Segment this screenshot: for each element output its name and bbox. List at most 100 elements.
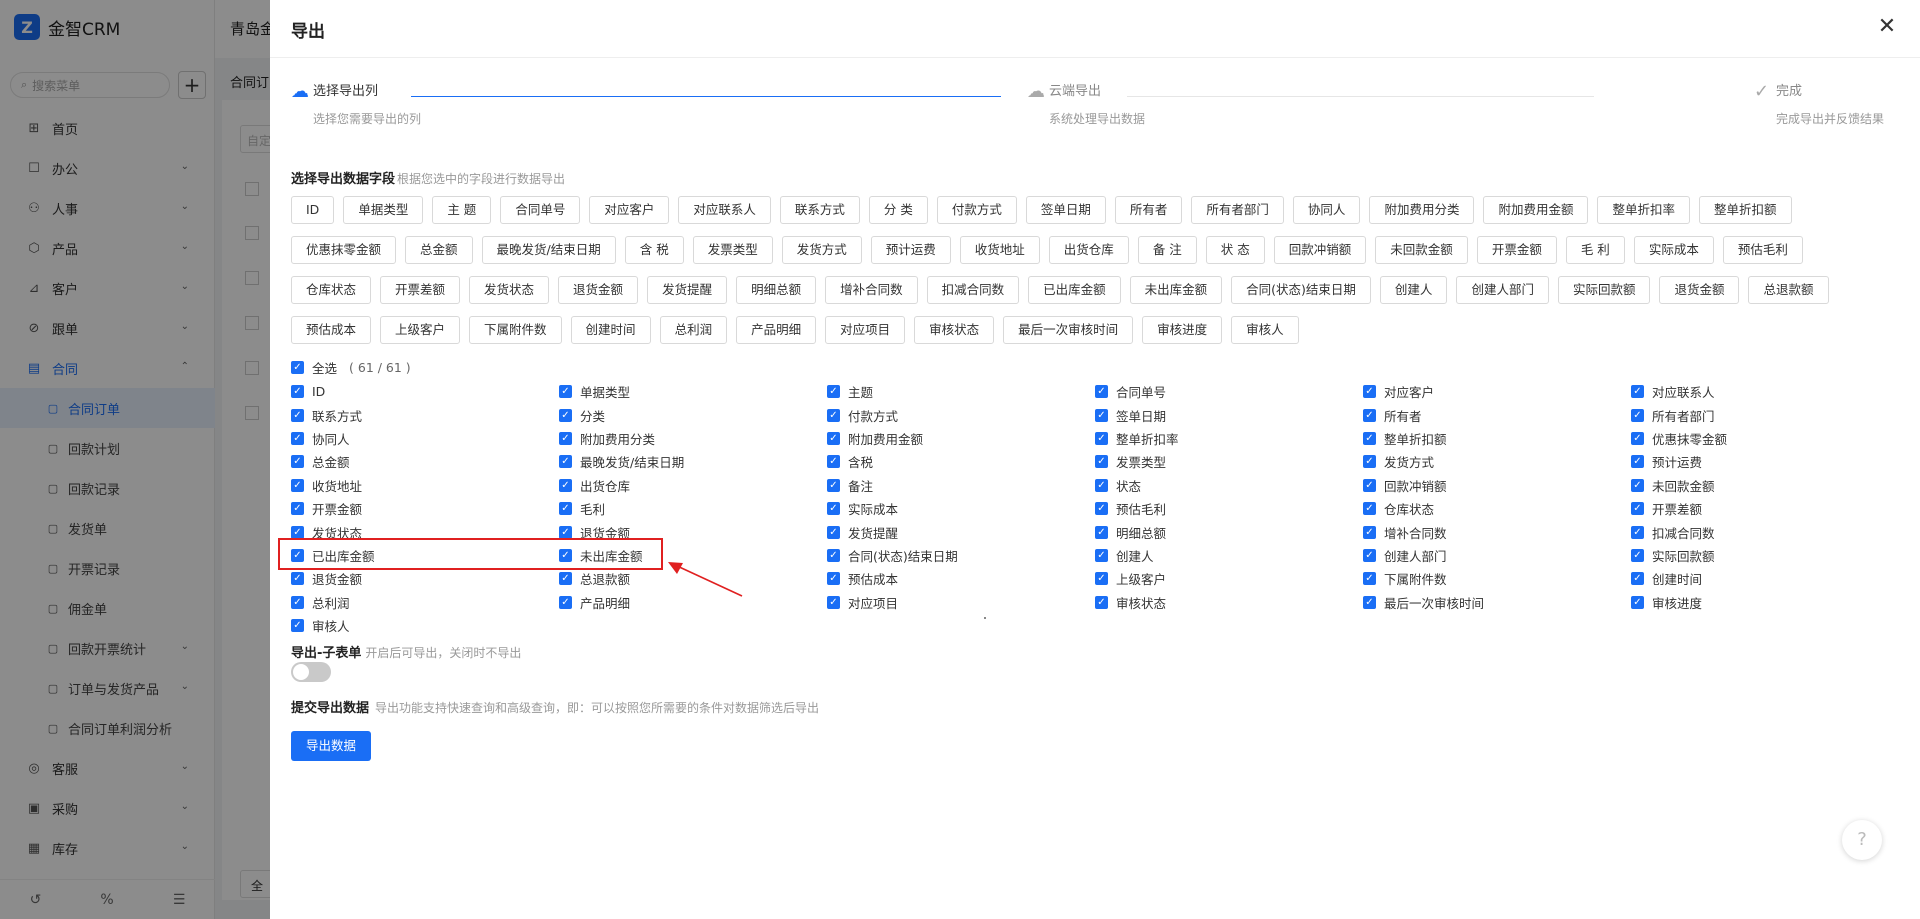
field-checkbox[interactable]: ✓ 联系方式 <box>291 403 559 426</box>
field-tag[interactable]: 退货金额 <box>1659 276 1740 304</box>
field-tag[interactable]: 发票类型 <box>692 236 773 264</box>
field-checkbox[interactable]: ✓ 附加费用金额 <box>827 427 1095 450</box>
field-checkbox[interactable]: ✓ 审核进度 <box>1631 591 1899 614</box>
field-checkbox[interactable]: ✓ 审核状态 <box>1095 591 1363 614</box>
field-tag[interactable]: 协同人 <box>1292 196 1361 224</box>
field-tag[interactable]: 预计运费 <box>870 236 951 264</box>
sub-table-switch[interactable] <box>291 662 331 682</box>
field-checkbox[interactable]: ✓ 下属附件数 <box>1363 567 1631 590</box>
field-checkbox[interactable]: ✓ 附加费用分类 <box>559 427 827 450</box>
field-checkbox[interactable]: ✓ 整单折扣额 <box>1363 427 1631 450</box>
field-tag[interactable]: 对应项目 <box>825 316 906 344</box>
field-tag[interactable]: 所有者 <box>1114 196 1183 224</box>
field-tag[interactable]: 实际成本 <box>1633 236 1714 264</box>
field-checkbox[interactable]: ✓ 扣减合同数 <box>1631 520 1899 543</box>
field-tag[interactable]: 单据类型 <box>343 196 424 224</box>
field-tag[interactable]: 审核状态 <box>914 316 995 344</box>
field-tag[interactable]: 发货方式 <box>781 236 862 264</box>
close-icon[interactable]: ✕ <box>1874 14 1900 40</box>
field-tag[interactable]: 优惠抹零金额 <box>291 236 397 264</box>
field-tag[interactable]: 下属附件数 <box>469 316 562 344</box>
field-tag[interactable]: 整单折扣额 <box>1698 196 1792 224</box>
field-checkbox[interactable]: ✓ 预估毛利 <box>1095 497 1363 520</box>
field-checkbox[interactable]: ✓ 单据类型 <box>559 380 827 403</box>
field-checkbox[interactable]: ✓ 开票差额 <box>1631 497 1899 520</box>
field-checkbox[interactable]: ✓ 审核人 <box>291 614 559 637</box>
field-checkbox[interactable]: ✓ 发票类型 <box>1095 450 1363 473</box>
field-checkbox[interactable]: ✓ 协同人 <box>291 427 559 450</box>
field-tag[interactable]: 退货金额 <box>558 276 639 304</box>
field-tag[interactable]: 附加费用金额 <box>1483 196 1589 224</box>
field-tag[interactable]: 合同(状态)结束日期 <box>1231 276 1371 304</box>
field-tag[interactable]: 附加费用分类 <box>1369 196 1475 224</box>
field-tag[interactable]: 签单日期 <box>1025 196 1106 224</box>
field-checkbox[interactable]: ✓ 发货提醒 <box>827 520 1095 543</box>
field-tag[interactable]: 主 题 <box>432 196 492 224</box>
field-checkbox[interactable]: ✓ 出货仓库 <box>559 474 827 497</box>
field-checkbox[interactable]: ✓ 最晚发货/结束日期 <box>559 450 827 473</box>
field-tag[interactable]: 付款方式 <box>936 196 1017 224</box>
field-checkbox[interactable]: ✓ 优惠抹零金额 <box>1631 427 1899 450</box>
field-checkbox[interactable]: ✓ 总金额 <box>291 450 559 473</box>
field-tag[interactable]: 预估毛利 <box>1722 236 1803 264</box>
field-checkbox[interactable]: ✓ 毛利 <box>559 497 827 520</box>
field-tag[interactable]: 预估成本 <box>291 316 372 344</box>
field-tag[interactable]: 已出库金额 <box>1028 276 1121 304</box>
field-checkbox[interactable]: ✓ 含税 <box>827 450 1095 473</box>
field-tag[interactable]: 备 注 <box>1137 236 1197 264</box>
field-tag[interactable]: 开票差额 <box>380 276 461 304</box>
field-checkbox[interactable]: ✓ 上级客户 <box>1095 567 1363 590</box>
field-checkbox[interactable]: ✓ 实际回款额 <box>1631 544 1899 567</box>
field-tag[interactable]: 未出库金额 <box>1129 276 1223 304</box>
help-icon[interactable]: ? <box>1842 820 1882 860</box>
field-tag[interactable]: 联系方式 <box>779 196 860 224</box>
field-tag[interactable]: 审核人 <box>1231 316 1299 344</box>
field-checkbox[interactable]: ✓ 回款冲销额 <box>1363 474 1631 497</box>
field-tag[interactable]: 仓库状态 <box>291 276 372 304</box>
field-tag[interactable]: 发货状态 <box>469 276 550 304</box>
field-checkbox[interactable]: ✓ 开票金额 <box>291 497 559 520</box>
field-tag[interactable]: 上级客户 <box>380 316 461 344</box>
field-checkbox[interactable]: ✓ 预计运费 <box>1631 450 1899 473</box>
field-checkbox[interactable]: ✓ 明细总额 <box>1095 520 1363 543</box>
field-tag[interactable]: 创建时间 <box>570 316 651 344</box>
field-tag[interactable]: 出货仓库 <box>1048 236 1129 264</box>
field-tag[interactable]: 创建人 <box>1379 276 1448 304</box>
field-checkbox[interactable]: ✓ 对应项目 <box>827 591 1095 614</box>
field-checkbox[interactable]: ✓ 备注 <box>827 474 1095 497</box>
field-checkbox[interactable]: ✓ 创建人 <box>1095 544 1363 567</box>
field-tag[interactable]: 含 税 <box>624 236 684 264</box>
field-tag[interactable]: 开票金额 <box>1476 236 1557 264</box>
field-checkbox[interactable]: ✓ 合同单号 <box>1095 380 1363 403</box>
field-checkbox[interactable]: ✓ 签单日期 <box>1095 403 1363 426</box>
field-tag[interactable]: 分 类 <box>868 196 928 224</box>
field-tag[interactable]: 总金额 <box>405 236 473 264</box>
field-checkbox[interactable]: ✓ 未回款金额 <box>1631 474 1899 497</box>
field-tag[interactable]: 增补合同数 <box>825 276 918 304</box>
field-checkbox[interactable]: ✓ 仓库状态 <box>1363 497 1631 520</box>
export-data-button[interactable]: 导出数据 <box>291 731 371 761</box>
field-checkbox[interactable]: ✓ 所有者 <box>1363 403 1631 426</box>
field-checkbox[interactable]: ✓ 对应客户 <box>1363 380 1631 403</box>
field-tag[interactable]: 未回款金额 <box>1375 236 1468 264</box>
field-tag[interactable]: 实际回款额 <box>1557 276 1651 304</box>
field-checkbox[interactable]: ✓ 退货金额 <box>291 567 559 590</box>
field-tag[interactable]: 整单折扣率 <box>1597 196 1690 224</box>
select-all-checkbox[interactable]: ✓ 全选 ( 61 / 61 ) <box>291 358 411 377</box>
field-tag[interactable]: 最后一次审核时间 <box>1003 316 1134 344</box>
field-checkbox[interactable]: ✓ 状态 <box>1095 474 1363 497</box>
field-checkbox[interactable]: ✓ 分类 <box>559 403 827 426</box>
field-tag[interactable]: 状 态 <box>1205 236 1265 264</box>
field-checkbox[interactable]: ✓ 所有者部门 <box>1631 403 1899 426</box>
field-tag[interactable]: 创建人部门 <box>1456 276 1549 304</box>
field-checkbox[interactable]: ✓ 整单折扣率 <box>1095 427 1363 450</box>
field-tag[interactable]: ID <box>291 196 335 224</box>
field-checkbox[interactable]: ✓ 对应联系人 <box>1631 380 1899 403</box>
field-tag[interactable]: 合同单号 <box>500 196 581 224</box>
field-checkbox[interactable]: ✓ 创建人部门 <box>1363 544 1631 567</box>
field-checkbox[interactable]: ✓ 主题 <box>827 380 1095 403</box>
field-checkbox[interactable]: ✓ 付款方式 <box>827 403 1095 426</box>
field-tag[interactable]: 总退款额 <box>1748 276 1829 304</box>
field-tag[interactable]: 明细总额 <box>736 276 817 304</box>
field-tag[interactable]: 扣减合同数 <box>926 276 1020 304</box>
